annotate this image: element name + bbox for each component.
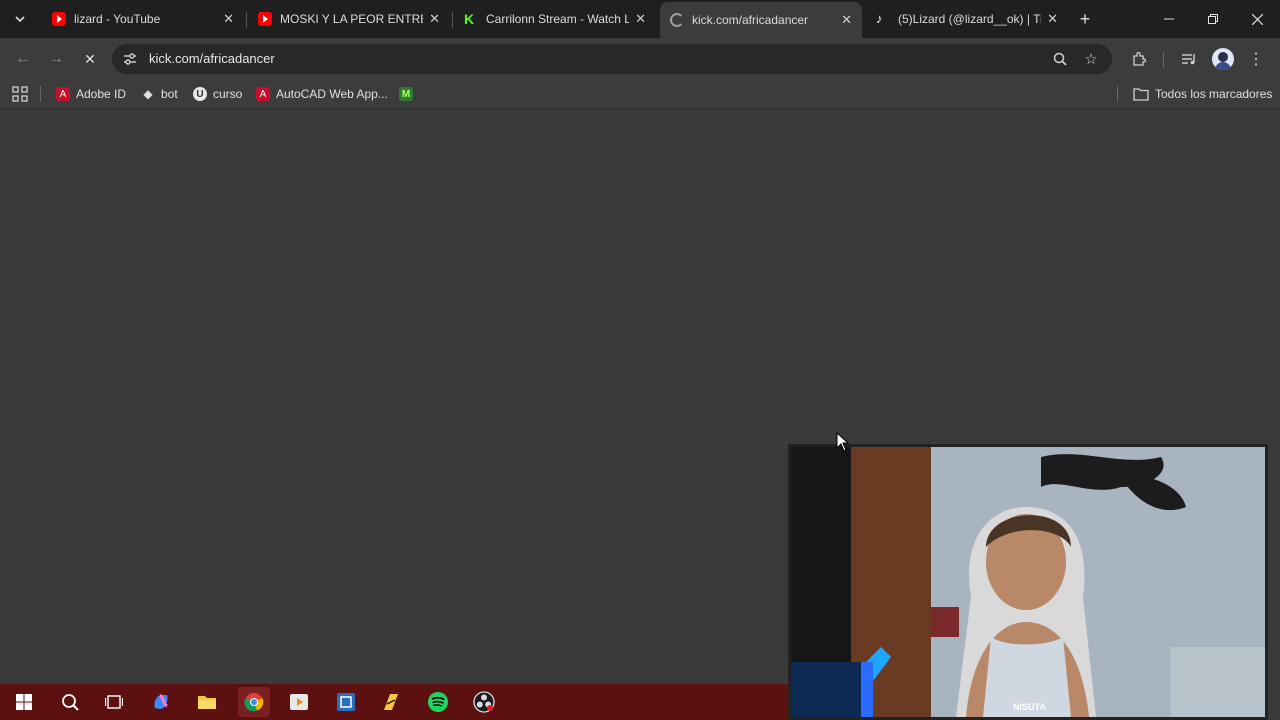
bookmark-curso[interactable]: U curso [193,85,242,103]
back-button[interactable]: ← [10,46,36,72]
obs-icon[interactable] [468,687,500,717]
tab-title: (5)Lizard (@lizard__ok) | TikTok [898,12,1041,26]
close-icon[interactable]: ✕ [429,11,440,27]
url-text[interactable]: kick.com/africadancer [149,51,275,66]
close-icon[interactable]: ✕ [635,11,646,27]
chrome-icon[interactable] [238,687,270,717]
green-app-icon: M [399,87,413,101]
close-icon[interactable]: ✕ [841,12,852,28]
webcam-overlay: NISUTA [788,444,1268,720]
tiktok-icon: ♪ [876,11,883,26]
close-icon[interactable]: ✕ [223,11,234,27]
webcam-watermark: NISUTA [1013,702,1046,712]
bookmarks-bar: A Adobe ID ◆ bot U curso A AutoCAD Web A… [0,80,1280,109]
apps-button[interactable] [12,85,28,103]
bookmark-label: bot [161,87,178,101]
media-controls-icon[interactable] [1178,48,1200,70]
copilot-icon[interactable] [145,687,177,717]
restore-button[interactable] [1190,0,1236,38]
loading-icon [670,13,684,27]
bookmark-divider [1117,86,1118,102]
tab-divider [452,12,453,28]
restore-icon [1208,14,1218,24]
bookmark-label: Todos los marcadores [1155,87,1273,101]
bookmark-label: Adobe ID [76,87,127,101]
minimize-button[interactable] [1146,0,1192,38]
arrow-left-icon: ← [15,50,31,67]
bookmark-autocad[interactable]: A AutoCAD Web App... [256,85,388,103]
tab-carrilonn-stream[interactable]: K Carrilonn Stream - Watch Live ✕ [454,4,656,34]
bookmark-green-app[interactable]: M [399,85,419,103]
tab-title: lizard - YouTube [74,12,161,26]
task-view-icon[interactable] [98,687,130,717]
windows-start-icon[interactable] [8,687,40,717]
chevron-down-icon [15,16,25,23]
plus-icon: + [1079,8,1091,29]
tab-strip: lizard - YouTube ✕ MOSKI Y LA PEOR ENTRE… [0,0,1280,38]
spotify-icon[interactable] [422,687,454,717]
tab-africadancer[interactable]: kick.com/africadancer ✕ [660,2,862,38]
taskbar-app-icon[interactable] [375,687,407,717]
file-explorer-icon[interactable] [191,687,223,717]
tab-title: MOSKI Y LA PEOR ENTREVISTA [280,12,423,26]
tab-tiktok[interactable]: ♪ (5)Lizard (@lizard__ok) | TikTok ✕ [866,4,1068,34]
bookmark-label: curso [213,87,243,101]
zoom-icon[interactable] [1052,51,1068,67]
new-tab-button[interactable]: + [1066,0,1104,38]
site-settings-icon[interactable] [122,51,138,67]
more-menu-icon[interactable]: ⋮ [1246,48,1266,70]
tab-search-button[interactable] [0,0,40,38]
youtube-icon [52,12,66,26]
arrow-right-icon: → [48,50,64,67]
close-window-button[interactable] [1234,0,1280,38]
tab-title: Carrilonn Stream - Watch Live [486,12,630,26]
webcam-feed-image [791,447,1265,717]
extensions-icon[interactable] [1128,48,1150,70]
bookmark-divider [40,86,41,102]
bookmark-adobe-id[interactable]: A Adobe ID [56,85,126,103]
media-player-icon[interactable] [283,687,315,717]
close-icon[interactable]: ✕ [1047,11,1058,27]
tab-moski[interactable]: MOSKI Y LA PEOR ENTREVISTA ✕ [248,4,450,34]
forward-button[interactable]: → [43,46,69,72]
address-bar[interactable]: kick.com/africadancer ☆ [112,44,1112,74]
youtube-icon [258,12,272,26]
diamond-icon: ◆ [143,87,153,101]
tab-divider [246,12,247,28]
close-icon: ✕ [84,50,96,67]
app-icon[interactable] [330,687,362,717]
autocad-icon: A [256,87,270,101]
stop-button[interactable]: ✕ [77,46,103,72]
tab-title: kick.com/africadancer [692,13,809,27]
adobe-icon: A [56,87,70,101]
bookmark-star-icon[interactable]: ☆ [1082,50,1100,68]
windows-taskbar [0,684,788,720]
u-icon: U [193,87,207,101]
kick-icon: K [464,11,475,27]
all-bookmarks-button[interactable]: Todos los marcadores [1133,85,1272,103]
close-icon [1251,13,1263,25]
profile-avatar[interactable] [1212,48,1234,70]
search-icon[interactable] [54,687,86,717]
tab-lizard-youtube[interactable]: lizard - YouTube ✕ [42,4,244,34]
minimize-icon [1164,18,1174,20]
bookmark-bot[interactable]: ◆ bot [141,85,178,103]
toolbar-divider [1163,52,1164,68]
mouse-cursor-icon [836,432,850,452]
folder-icon [1133,88,1149,101]
bookmark-label: AutoCAD Web App... [276,87,388,101]
apps-grid-icon [12,86,28,102]
